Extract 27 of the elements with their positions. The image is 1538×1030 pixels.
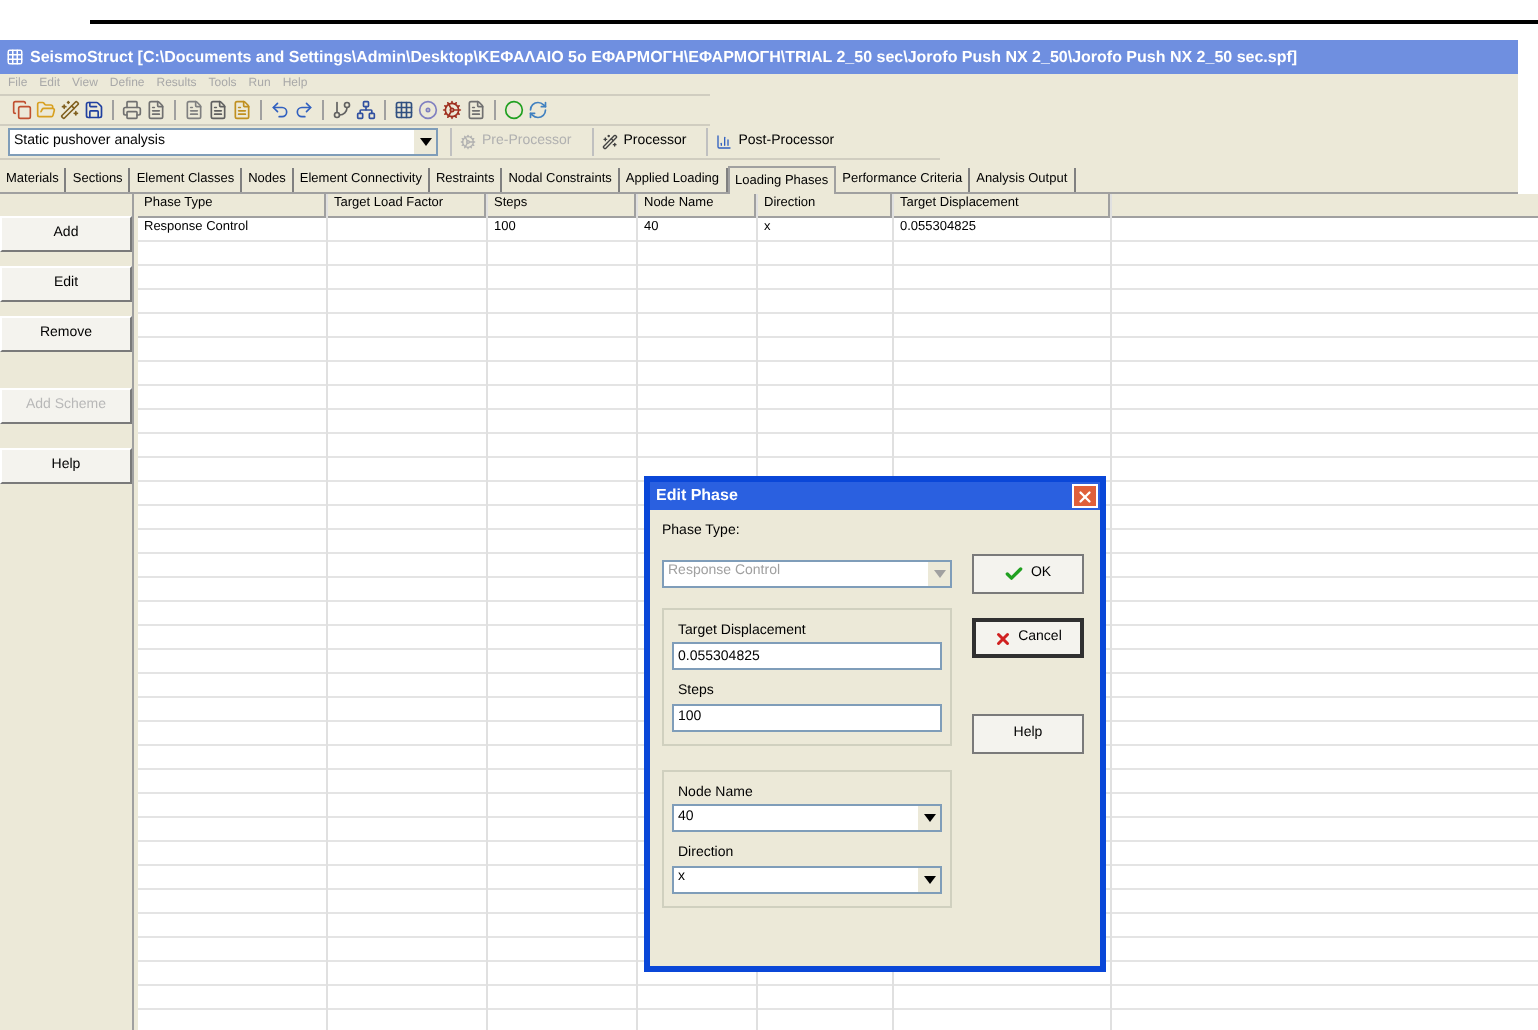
wand-icon bbox=[601, 134, 618, 150]
branch-icon[interactable] bbox=[332, 100, 352, 120]
dialog-title: Edit Phase bbox=[656, 484, 738, 508]
printer-icon[interactable] bbox=[122, 100, 142, 120]
x-icon bbox=[994, 629, 1013, 647]
gear-icon bbox=[460, 134, 476, 150]
save-icon[interactable] bbox=[84, 100, 104, 120]
app-icon bbox=[6, 48, 24, 66]
grid-icon[interactable] bbox=[394, 100, 414, 120]
document-icon[interactable] bbox=[184, 100, 204, 120]
close-button[interactable] bbox=[1072, 484, 1098, 508]
copy-icon[interactable] bbox=[12, 100, 32, 120]
window-title: SeismoStruct [C:\Documents and Settings\Admin\Desktop\ΚΕΦΑΛΑΙΟ 5ο ΕΦΑΡΜΟΓΗ\ΕΦΑΡΜΟΓΗ\TRIAL 2_50 sec\Jorofo Push NX 2_50\Jorofo Push NX 2_50 sec.spf] bbox=[30, 45, 1298, 69]
wand-icon[interactable] bbox=[60, 100, 80, 120]
close-icon bbox=[1076, 487, 1094, 505]
chart-icon bbox=[716, 134, 733, 150]
document-icon[interactable] bbox=[208, 100, 228, 120]
document-icon[interactable] bbox=[466, 100, 486, 120]
document-icon[interactable] bbox=[146, 100, 166, 120]
circle-icon[interactable] bbox=[504, 100, 524, 120]
network-icon[interactable] bbox=[356, 100, 376, 120]
disc-icon[interactable] bbox=[418, 100, 438, 120]
gear-icon[interactable] bbox=[442, 100, 462, 120]
undo-icon[interactable] bbox=[270, 100, 290, 120]
redo-icon[interactable] bbox=[294, 100, 314, 120]
check-icon bbox=[1004, 564, 1025, 584]
refresh-icon[interactable] bbox=[528, 100, 548, 120]
